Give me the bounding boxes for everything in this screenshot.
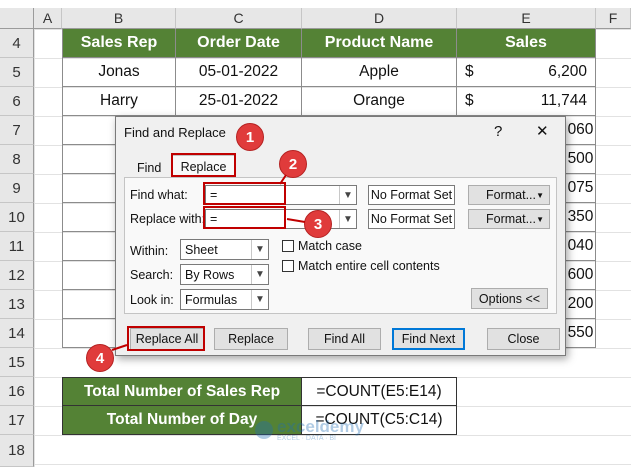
pointer-line-4	[111, 344, 128, 351]
pointer-line-2	[279, 174, 287, 185]
pointer-line-3	[286, 218, 306, 223]
annotation-lines	[111, 174, 306, 351]
